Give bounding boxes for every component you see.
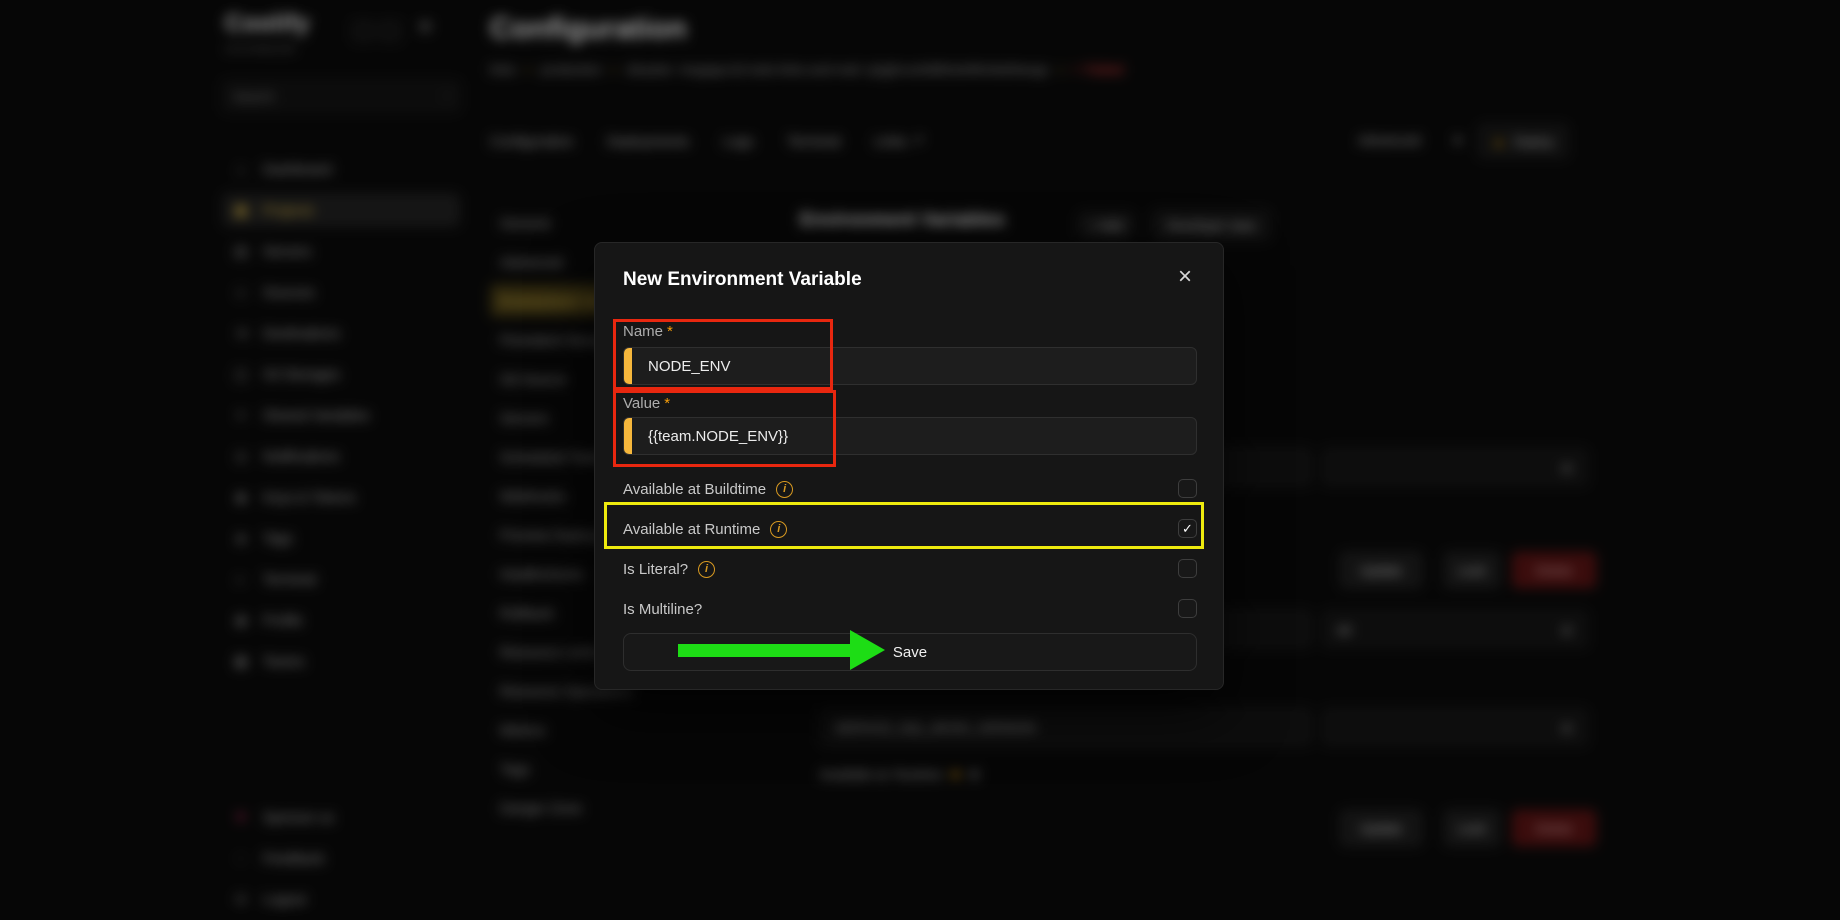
value-input[interactable]	[623, 417, 1197, 455]
value-field-label: Value*	[623, 395, 670, 412]
buildtime-row: Available at Buildtime i	[623, 477, 1197, 501]
modal-title: New Environment Variable	[623, 269, 1195, 291]
is-literal-row: Is Literal? i	[623, 557, 1197, 581]
is-literal-checkbox[interactable]	[1178, 559, 1197, 578]
new-env-variable-modal: New Environment Variable × Name* Value* …	[594, 242, 1224, 690]
name-input-wrap	[623, 347, 1197, 385]
name-field-label: Name*	[623, 323, 673, 340]
value-input-wrap	[623, 417, 1197, 455]
required-asterisk: *	[664, 395, 670, 412]
check-icon: ✓	[1182, 521, 1193, 537]
screen: Coolify ⚙ v4.0.0-beta.323 Search / ⌂Dash…	[0, 0, 1840, 920]
name-input[interactable]	[623, 347, 1197, 385]
is-multiline-checkbox[interactable]	[1178, 599, 1197, 618]
runtime-row: Available at Runtime i ✓	[623, 517, 1197, 541]
buildtime-checkbox[interactable]	[1178, 479, 1197, 498]
close-icon[interactable]: ×	[1171, 263, 1199, 291]
save-button[interactable]: Save	[623, 633, 1197, 671]
info-icon[interactable]: i	[770, 521, 787, 538]
info-icon[interactable]: i	[698, 561, 715, 578]
is-multiline-row: Is Multiline?	[623, 597, 1197, 621]
required-asterisk: *	[667, 323, 673, 340]
runtime-checkbox[interactable]: ✓	[1178, 519, 1197, 538]
info-icon[interactable]: i	[776, 481, 793, 498]
